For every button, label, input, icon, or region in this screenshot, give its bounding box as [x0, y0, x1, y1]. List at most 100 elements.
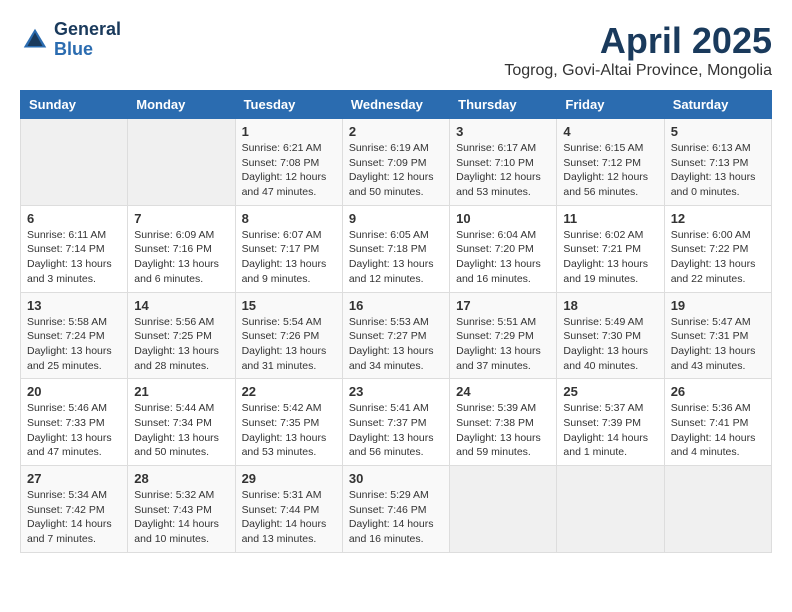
day-number: 25 — [563, 384, 657, 399]
calendar-week-row: 27 Sunrise: 5:34 AM Sunset: 7:42 PM Dayli… — [21, 466, 772, 553]
calendar-week-row: 13 Sunrise: 5:58 AM Sunset: 7:24 PM Dayli… — [21, 292, 772, 379]
day-info: Sunrise: 6:13 AM Sunset: 7:13 PM Dayligh… — [671, 141, 765, 200]
day-info: Sunrise: 5:41 AM Sunset: 7:37 PM Dayligh… — [349, 401, 443, 460]
day-info: Sunrise: 5:46 AM Sunset: 7:33 PM Dayligh… — [27, 401, 121, 460]
title-area: April 2025 Togrog, Govi-Altai Province, … — [504, 20, 772, 80]
calendar-cell: 17 Sunrise: 5:51 AM Sunset: 7:29 PM Dayli… — [450, 292, 557, 379]
calendar-week-row: 6 Sunrise: 6:11 AM Sunset: 7:14 PM Daylig… — [21, 205, 772, 292]
calendar-cell: 23 Sunrise: 5:41 AM Sunset: 7:37 PM Dayli… — [342, 379, 449, 466]
calendar-cell: 27 Sunrise: 5:34 AM Sunset: 7:42 PM Dayli… — [21, 466, 128, 553]
day-number: 23 — [349, 384, 443, 399]
day-info: Sunrise: 5:37 AM Sunset: 7:39 PM Dayligh… — [563, 401, 657, 460]
page-title: April 2025 — [504, 20, 772, 62]
day-info: Sunrise: 5:29 AM Sunset: 7:46 PM Dayligh… — [349, 488, 443, 547]
day-info: Sunrise: 6:09 AM Sunset: 7:16 PM Dayligh… — [134, 228, 228, 287]
calendar-cell: 10 Sunrise: 6:04 AM Sunset: 7:20 PM Dayli… — [450, 205, 557, 292]
calendar-cell: 3 Sunrise: 6:17 AM Sunset: 7:10 PM Daylig… — [450, 119, 557, 206]
day-info: Sunrise: 6:07 AM Sunset: 7:17 PM Dayligh… — [242, 228, 336, 287]
calendar-cell: 16 Sunrise: 5:53 AM Sunset: 7:27 PM Dayli… — [342, 292, 449, 379]
calendar-cell: 19 Sunrise: 5:47 AM Sunset: 7:31 PM Dayli… — [664, 292, 771, 379]
calendar-cell: 18Sunrise: 5:49 AM Sunset: 7:30 PM Dayli… — [557, 292, 664, 379]
day-number: 13 — [27, 298, 121, 313]
calendar-cell: 26 Sunrise: 5:36 AM Sunset: 7:41 PM Dayli… — [664, 379, 771, 466]
calendar-cell: 24Sunrise: 5:39 AM Sunset: 7:38 PM Dayli… — [450, 379, 557, 466]
calendar-cell — [21, 119, 128, 206]
day-number: 17 — [456, 298, 550, 313]
weekday-header: Sunday — [21, 91, 128, 119]
calendar-header: SundayMondayTuesdayWednesdayThursdayFrid… — [21, 91, 772, 119]
day-number: 14 — [134, 298, 228, 313]
day-number: 4 — [563, 124, 657, 139]
calendar-cell: 21 Sunrise: 5:44 AM Sunset: 7:34 PM Dayli… — [128, 379, 235, 466]
logo-blue-text: Blue — [54, 40, 121, 60]
day-number: 19 — [671, 298, 765, 313]
weekday-header: Wednesday — [342, 91, 449, 119]
day-info: Sunrise: 5:42 AM Sunset: 7:35 PM Dayligh… — [242, 401, 336, 460]
weekday-row: SundayMondayTuesdayWednesdayThursdayFrid… — [21, 91, 772, 119]
calendar-cell: 12Sunrise: 6:00 AM Sunset: 7:22 PM Dayli… — [664, 205, 771, 292]
day-number: 7 — [134, 211, 228, 226]
day-info: Sunrise: 5:51 AM Sunset: 7:29 PM Dayligh… — [456, 315, 550, 374]
day-info: Sunrise: 5:56 AM Sunset: 7:25 PM Dayligh… — [134, 315, 228, 374]
day-info: Sunrise: 6:02 AM Sunset: 7:21 PM Dayligh… — [563, 228, 657, 287]
calendar-cell: 7 Sunrise: 6:09 AM Sunset: 7:16 PM Daylig… — [128, 205, 235, 292]
day-number: 1 — [242, 124, 336, 139]
day-info: Sunrise: 6:17 AM Sunset: 7:10 PM Dayligh… — [456, 141, 550, 200]
logo-general-text: General — [54, 20, 121, 40]
day-info: Sunrise: 6:05 AM Sunset: 7:18 PM Dayligh… — [349, 228, 443, 287]
day-info: Sunrise: 6:04 AM Sunset: 7:20 PM Dayligh… — [456, 228, 550, 287]
day-number: 6 — [27, 211, 121, 226]
weekday-header: Saturday — [664, 91, 771, 119]
calendar-cell: 20 Sunrise: 5:46 AM Sunset: 7:33 PM Dayli… — [21, 379, 128, 466]
day-number: 27 — [27, 471, 121, 486]
calendar-cell: 5Sunrise: 6:13 AM Sunset: 7:13 PM Daylig… — [664, 119, 771, 206]
calendar-cell: 22 Sunrise: 5:42 AM Sunset: 7:35 PM Dayli… — [235, 379, 342, 466]
day-number: 9 — [349, 211, 443, 226]
page-subtitle: Togrog, Govi-Altai Province, Mongolia — [504, 62, 772, 80]
day-number: 15 — [242, 298, 336, 313]
calendar-cell: 9 Sunrise: 6:05 AM Sunset: 7:18 PM Daylig… — [342, 205, 449, 292]
calendar-cell: 8 Sunrise: 6:07 AM Sunset: 7:17 PM Daylig… — [235, 205, 342, 292]
day-number: 21 — [134, 384, 228, 399]
calendar-week-row: 20 Sunrise: 5:46 AM Sunset: 7:33 PM Dayli… — [21, 379, 772, 466]
calendar-cell: 11 Sunrise: 6:02 AM Sunset: 7:21 PM Dayli… — [557, 205, 664, 292]
day-number: 10 — [456, 211, 550, 226]
day-number: 28 — [134, 471, 228, 486]
day-number: 8 — [242, 211, 336, 226]
day-number: 22 — [242, 384, 336, 399]
day-number: 20 — [27, 384, 121, 399]
day-number: 16 — [349, 298, 443, 313]
calendar-cell: 13 Sunrise: 5:58 AM Sunset: 7:24 PM Dayli… — [21, 292, 128, 379]
calendar-body: 1 Sunrise: 6:21 AM Sunset: 7:08 PM Daylig… — [21, 119, 772, 553]
calendar-cell: 28 Sunrise: 5:32 AM Sunset: 7:43 PM Dayli… — [128, 466, 235, 553]
day-number: 11 — [563, 211, 657, 226]
day-info: Sunrise: 5:47 AM Sunset: 7:31 PM Dayligh… — [671, 315, 765, 374]
day-info: Sunrise: 6:00 AM Sunset: 7:22 PM Dayligh… — [671, 228, 765, 287]
calendar-table: SundayMondayTuesdayWednesdayThursdayFrid… — [20, 90, 772, 553]
day-info: Sunrise: 6:15 AM Sunset: 7:12 PM Dayligh… — [563, 141, 657, 200]
day-info: Sunrise: 5:58 AM Sunset: 7:24 PM Dayligh… — [27, 315, 121, 374]
day-info: Sunrise: 5:53 AM Sunset: 7:27 PM Dayligh… — [349, 315, 443, 374]
calendar-cell — [450, 466, 557, 553]
day-number: 2 — [349, 124, 443, 139]
weekday-header: Tuesday — [235, 91, 342, 119]
calendar-cell — [664, 466, 771, 553]
day-number: 30 — [349, 471, 443, 486]
day-info: Sunrise: 5:34 AM Sunset: 7:42 PM Dayligh… — [27, 488, 121, 547]
header: General Blue April 2025 Togrog, Govi-Alt… — [20, 20, 772, 80]
day-number: 24 — [456, 384, 550, 399]
day-info: Sunrise: 5:32 AM Sunset: 7:43 PM Dayligh… — [134, 488, 228, 547]
weekday-header: Friday — [557, 91, 664, 119]
day-number: 3 — [456, 124, 550, 139]
logo-icon — [20, 25, 50, 55]
day-number: 18 — [563, 298, 657, 313]
calendar-cell: 1 Sunrise: 6:21 AM Sunset: 7:08 PM Daylig… — [235, 119, 342, 206]
logo: General Blue — [20, 20, 121, 60]
day-info: Sunrise: 6:11 AM Sunset: 7:14 PM Dayligh… — [27, 228, 121, 287]
day-number: 26 — [671, 384, 765, 399]
day-number: 29 — [242, 471, 336, 486]
day-info: Sunrise: 5:44 AM Sunset: 7:34 PM Dayligh… — [134, 401, 228, 460]
day-info: Sunrise: 5:36 AM Sunset: 7:41 PM Dayligh… — [671, 401, 765, 460]
calendar-cell: 29Sunrise: 5:31 AM Sunset: 7:44 PM Dayli… — [235, 466, 342, 553]
day-info: Sunrise: 6:21 AM Sunset: 7:08 PM Dayligh… — [242, 141, 336, 200]
